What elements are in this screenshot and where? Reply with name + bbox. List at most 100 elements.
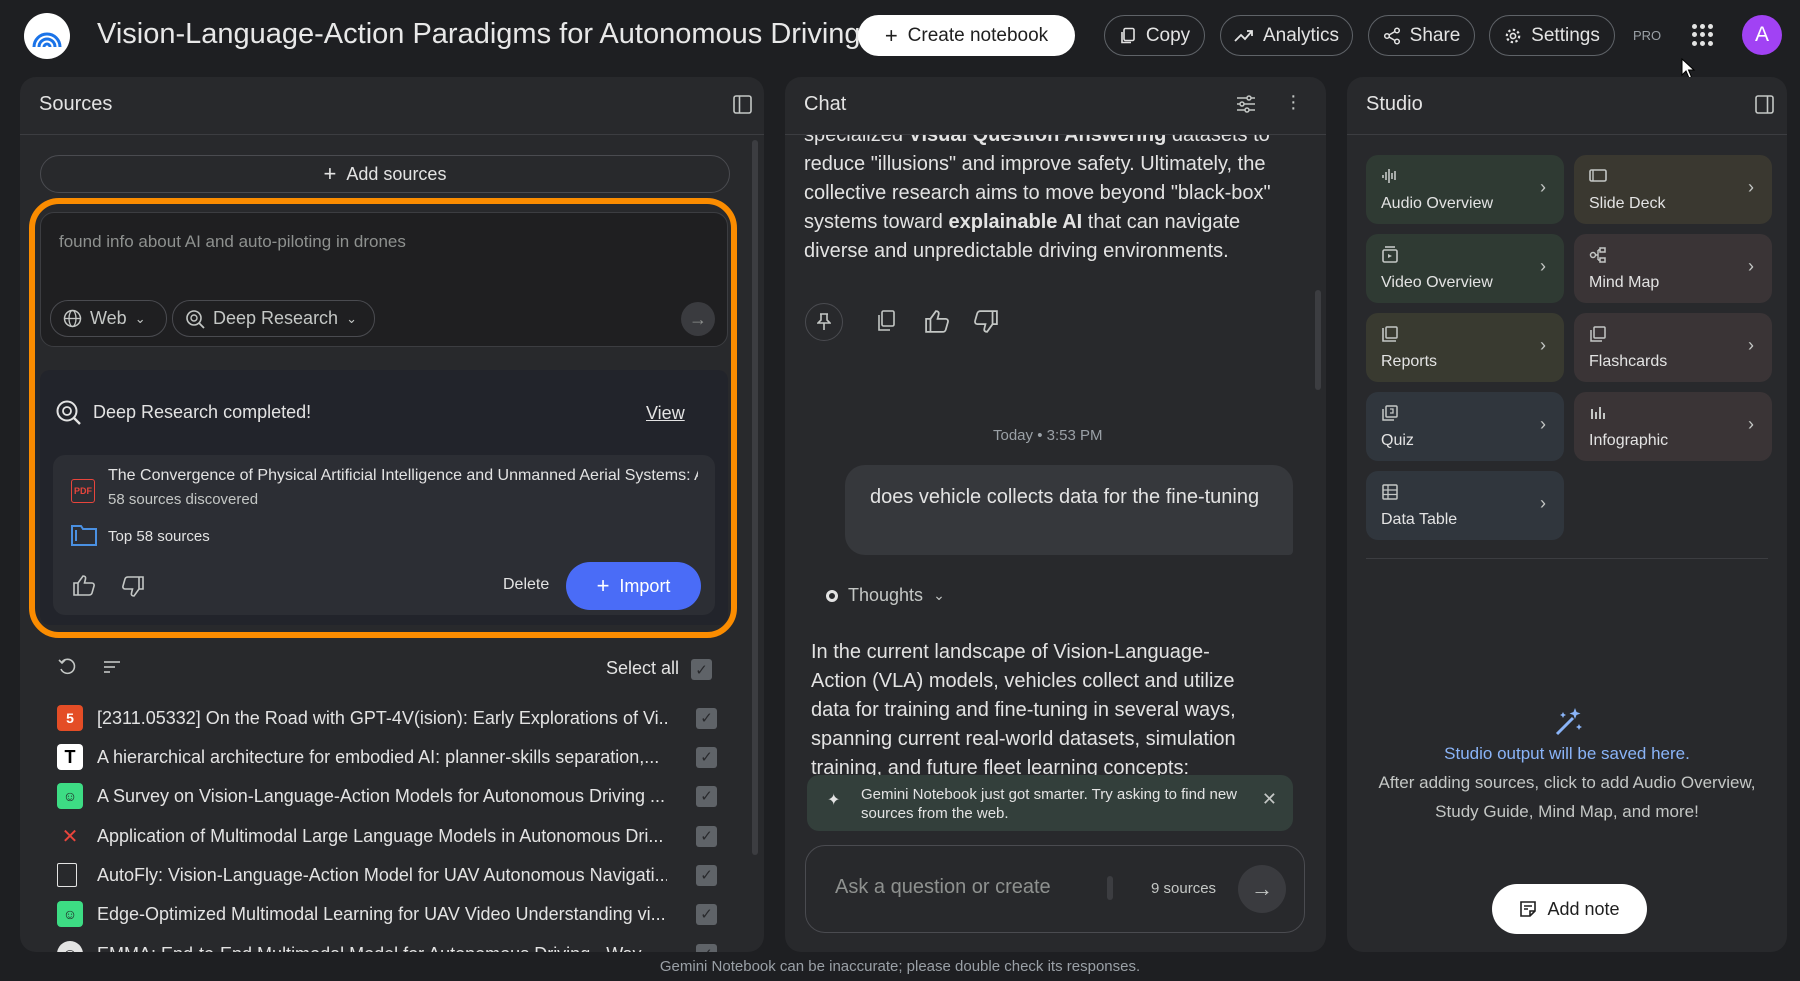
studio-tile-data-table[interactable]: Data Table › [1366,471,1564,540]
copy-icon [1121,27,1135,43]
sources-divider [20,134,764,135]
chat-scrollbar[interactable] [1315,290,1321,390]
sources-title: Sources [39,93,113,115]
studio-tile-video-overview[interactable]: Video Overview › [1366,234,1564,303]
source-item[interactable]: 5 [2311.05332] On the Road with GPT-4V(i… [57,700,717,736]
chevron-right-icon: › [1540,414,1546,434]
notebook-logo-icon [32,32,62,48]
studio-empty-line1: After adding sources, click to add Audio… [1378,773,1756,792]
source-item[interactable]: ✕ Application of Multimodal Large Langua… [57,818,717,854]
studio-tile-mind-map[interactable]: Mind Map › [1574,234,1772,303]
chat-input[interactable]: Ask a question or create [835,876,1051,899]
sources-count: 9 sources [1151,880,1217,897]
source-item[interactable]: T A hierarchical architecture for embodi… [57,739,717,775]
chevron-right-icon: › [1540,335,1546,355]
chat-answer-text: In the current landscape of Vision-Langu… [811,641,1236,777]
source-checkbox[interactable]: ✓ [696,746,717,768]
quiz-icon [1382,405,1398,421]
source-checkbox[interactable]: ✓ [696,943,717,952]
html5-icon: 5 [57,705,83,731]
studio-tile-reports[interactable]: Reports › [1366,313,1564,382]
magic-wand-icon [1555,708,1582,736]
refresh-icon[interactable] [58,658,78,676]
copy-button[interactable]: Copy [1104,15,1205,56]
studio-tile-quiz[interactable]: Quiz › [1366,392,1564,461]
studio-tile-flashcards[interactable]: Flashcards › [1574,313,1772,382]
add-sources-button[interactable]: + Add sources [40,155,730,193]
note-icon [1520,901,1537,917]
add-note-button[interactable]: Add note [1492,884,1647,934]
select-all-checkbox[interactable]: ✓ [691,659,712,680]
source-checkbox[interactable]: ✓ [696,825,717,847]
sort-icon[interactable] [103,660,121,674]
message-timestamp: Today • 3:53 PM [993,427,1103,444]
tune-icon[interactable] [1236,95,1256,113]
settings-button[interactable]: Settings [1489,15,1615,56]
trending-up-icon [1234,29,1253,42]
smiley-icon: ☺ [57,901,83,927]
chat-title: Chat [804,93,847,115]
avatar[interactable]: A [1742,15,1782,55]
share-icon [1383,26,1400,45]
smiley-icon: ☺ [57,783,83,809]
x-icon: ✕ [61,825,79,848]
source-item[interactable]: ☺ A Survey on Vision-Language-Action Mod… [57,778,717,814]
source-item[interactable]: ◉ EMMA: End-to-End Multimodal Model for … [57,936,717,952]
magic-wand-icon: ✦ [827,792,841,809]
pro-badge: PRO [1633,28,1662,43]
thoughts-dot-icon [826,589,838,602]
chat-response-clip: specialized Visual Question Answering da… [785,135,1326,271]
studio-tile-audio-overview[interactable]: Audio Overview › [1366,155,1564,224]
select-all-label: Select all [606,658,680,678]
chevron-right-icon: › [1748,177,1754,197]
chat-response-text: specialized Visual Question Answering da… [804,135,1271,262]
studio-empty-line2: Study Guide, Mind Map, and more! [1435,802,1699,821]
source-checkbox[interactable]: ✓ [696,707,717,729]
source-item[interactable]: ☺ Edge-Optimized Multimodal Learning for… [57,896,717,932]
notebook-title[interactable]: Vision-Language-Action Paradigms for Aut… [97,18,861,51]
thoughts-toggle[interactable]: Thoughts ⌄ [826,585,945,606]
audio-wave-icon [1382,169,1396,183]
chevron-right-icon: › [1748,335,1754,355]
source-checkbox[interactable]: ✓ [696,903,717,925]
chevron-right-icon: › [1540,493,1546,513]
copy-icon[interactable] [876,309,898,333]
chevron-right-icon: › [1540,177,1546,197]
thumbs-down-icon[interactable] [972,310,1000,334]
pin-button[interactable] [805,303,843,341]
collapse-panel-icon[interactable] [1755,95,1774,114]
close-icon[interactable]: ✕ [1262,790,1277,809]
send-button[interactable]: → [1238,865,1286,913]
flashcards-icon [1590,326,1606,342]
studio-tile-infographic[interactable]: Infographic › [1574,392,1772,461]
mind-map-icon [1589,247,1606,263]
studio-tile-slide-deck[interactable]: Slide Deck › [1574,155,1772,224]
analytics-button[interactable]: Analytics [1220,15,1353,56]
app-logo[interactable] [24,13,70,59]
share-button[interactable]: Share [1368,15,1475,56]
more-options-icon[interactable]: · · · [1290,86,1297,118]
source-list-clip: ◉ EMMA: End-to-End Multimodal Model for … [20,932,764,952]
source-checkbox[interactable]: ✓ [696,785,717,807]
create-notebook-button[interactable]: + Create notebook [858,15,1075,56]
studio-empty-title: Studio output will be saved here. [1444,744,1690,763]
text-icon: T [57,744,83,770]
infographic-icon [1591,407,1605,419]
sources-scrollbar[interactable] [752,140,758,855]
chevron-right-icon: › [1748,256,1754,276]
studio-output-divider [1366,558,1768,559]
doc-icon [57,863,77,887]
source-checkbox[interactable]: ✓ [696,864,717,886]
chevron-right-icon: › [1540,256,1546,276]
chat-answer-clip: In the current landscape of Vision-Langu… [785,635,1326,777]
thumbs-up-icon[interactable] [923,309,951,333]
plus-icon: + [884,22,898,48]
input-scrollbar [1107,876,1113,900]
studio-divider [1347,134,1787,135]
table-icon [1382,484,1398,500]
collapse-panel-icon[interactable] [733,95,752,114]
apps-grid-icon[interactable] [1692,24,1714,46]
highlight-annotation [29,198,737,638]
studio-title: Studio [1366,93,1423,115]
source-item[interactable]: AutoFly: Vision-Language-Action Model fo… [57,857,717,893]
